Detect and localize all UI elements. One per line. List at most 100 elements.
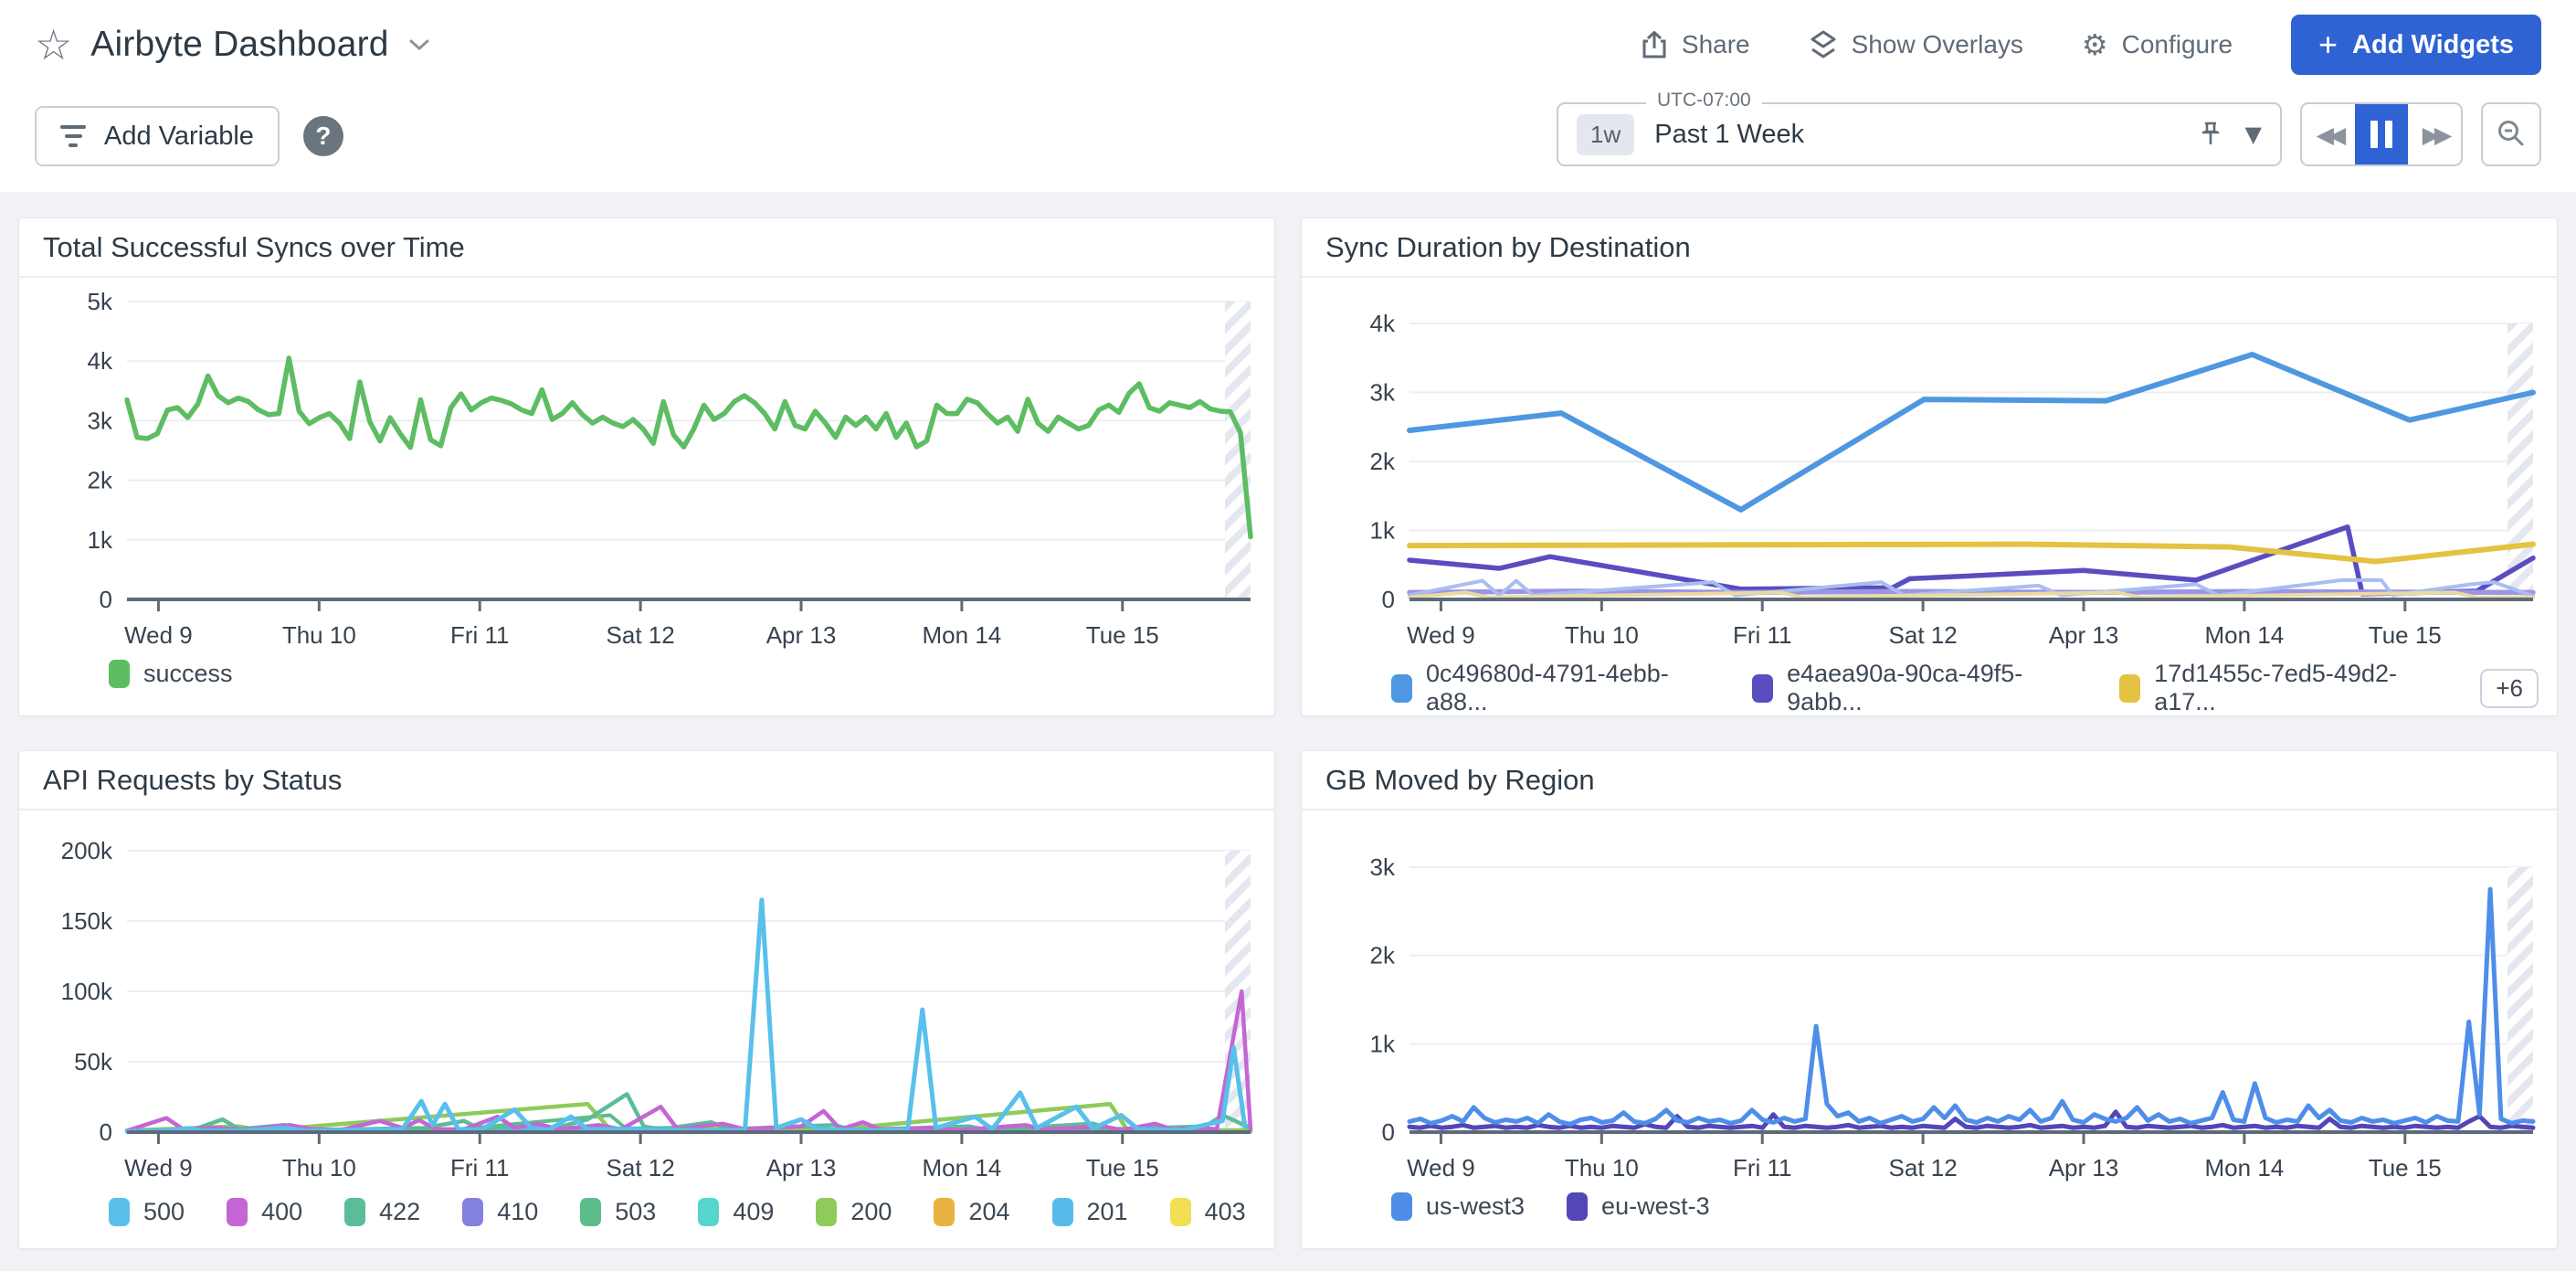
plus-icon: + [2318,28,2338,61]
y-axis-tick-label: 1k [1370,1030,1396,1057]
chart-legend: 0c49680d-4791-4ebb-a88... e4aea90a-90ca-4… [1302,651,2557,716]
pause-button[interactable] [2355,104,2408,164]
line-chart: 3k2k1k0Wed 9Thu 10Fri 11Sat 12Apr 13Mon … [1302,810,2557,1183]
y-axis-tick-label: 4k [1370,310,1396,337]
y-axis-tick-label: 2k [88,467,113,494]
x-axis-tick-label: Mon 14 [2205,1154,2285,1181]
time-shift-group: ◀◀ ▶▶ [2300,102,2463,166]
series-line [1409,355,2533,510]
x-axis-tick-label: Mon 14 [923,621,1002,649]
caret-down-icon[interactable]: ▼ [2245,122,2262,147]
legend-label: 0c49680d-4791-4ebb-a88... [1426,660,1710,716]
y-axis-tick-label: 100k [61,978,113,1005]
x-axis-tick-label: Fri 11 [1733,621,1792,649]
legend-item[interactable]: 204 [934,1198,1009,1226]
legend-swatch [109,1198,130,1226]
future-hatch-band [1225,302,1251,599]
widget-title: Total Successful Syncs over Time [19,218,1274,278]
legend-label: us-west3 [1426,1192,1525,1221]
legend-item[interactable]: success [109,660,233,688]
y-axis-tick-label: 0 [100,1118,112,1146]
x-axis-tick-label: Apr 13 [766,1154,837,1181]
widget-gb-moved[interactable]: GB Moved by Region 3k2k1k0Wed 9Thu 10Fri… [1301,750,2558,1249]
share-button[interactable]: Share [1641,30,1750,59]
x-axis-tick-label: Sat 12 [1889,621,1958,649]
legend-item[interactable]: 410 [462,1198,538,1226]
legend-overflow-badge[interactable]: +6 [2480,669,2539,708]
x-axis-tick-label: Tue 15 [2369,621,2442,649]
widget-title: API Requests by Status [19,751,1274,810]
chart-legend: 500400422410503409200204201403+4 [19,1183,1274,1232]
legend-swatch [580,1198,601,1226]
add-widgets-button[interactable]: + Add Widgets [2291,15,2541,75]
line-chart: 200k150k100k50k0Wed 9Thu 10Fri 11Sat 12A… [19,810,1274,1183]
chevron-down-icon[interactable] [407,37,431,53]
time-controls: UTC-07:00 1w Past 1 Week ▼ ◀◀ ▶▶ [1557,102,2541,166]
help-icon[interactable]: ? [303,116,343,156]
legend-item[interactable]: eu-west-3 [1567,1192,1710,1221]
legend-swatch [698,1198,719,1226]
legend-item[interactable]: 403 [1170,1198,1246,1226]
legend-item[interactable]: 503 [580,1198,656,1226]
line-chart: 4k3k2k1k0Wed 9Thu 10Fri 11Sat 12Apr 13Mo… [1302,278,2557,651]
x-axis-tick-label: Wed 9 [1407,621,1475,649]
widget-total-successful-syncs[interactable]: Total Successful Syncs over Time 5k 4k 3k 2… [18,217,1275,716]
x-axis-tick-label: Sat 12 [607,1154,675,1181]
y-axis-tick-label: 4k [88,347,113,375]
y-axis-tick-label: 3k [88,407,113,434]
legend-item[interactable]: us-west3 [1391,1192,1525,1221]
legend-swatch [109,660,130,688]
x-axis-tick-label: Tue 15 [1086,621,1159,649]
legend-item[interactable]: 400 [227,1198,302,1226]
legend-item[interactable]: 409 [698,1198,774,1226]
add-variable-button[interactable]: Add Variable [35,106,280,166]
time-range-label: Past 1 Week [1654,120,1804,150]
y-axis-tick-label: 1k [1370,517,1396,545]
y-axis-tick-label: 150k [61,907,113,935]
configure-button[interactable]: ⚙ Configure [2082,27,2233,62]
pin-icon[interactable] [2200,120,2222,149]
legend-item[interactable]: 200 [816,1198,892,1226]
legend-label: 204 [968,1198,1009,1226]
favorite-star-icon[interactable]: ☆ [35,24,72,66]
show-overlays-button[interactable]: Show Overlays [1809,29,2023,60]
future-hatch-band [2507,867,2533,1132]
y-axis-tick-label: 0 [1382,1118,1395,1146]
add-variable-label: Add Variable [104,122,254,152]
zoom-out-button[interactable] [2481,102,2541,166]
time-range-picker[interactable]: UTC-07:00 1w Past 1 Week ▼ [1557,102,2282,166]
top-bar: ☆ Airbyte Dashboard Share Show Overlays … [0,0,2576,79]
legend-item[interactable]: 201 [1052,1198,1128,1226]
y-axis-tick-label: 5k [88,288,113,315]
x-axis-tick-label: Fri 11 [1733,1154,1792,1181]
legend-swatch [934,1198,955,1226]
legend-item[interactable]: 500 [109,1198,185,1226]
legend-swatch [816,1198,837,1226]
y-axis-tick-label: 0 [100,586,112,613]
legend-label: 17d1455c-7ed5-49d2-a17... [2154,660,2438,716]
legend-item[interactable]: e4aea90a-90ca-49f5-9abb... [1752,660,2077,716]
widget-sync-duration[interactable]: Sync Duration by Destination 4k3k2k1k0We… [1301,217,2558,716]
legend-item[interactable]: 17d1455c-7ed5-49d2-a17... [2119,660,2438,716]
y-axis-tick-label: 2k [1370,448,1396,475]
y-axis-tick-label: 2k [1370,942,1396,969]
x-axis-tick-label: Sat 12 [1889,1154,1958,1181]
legend-label: 503 [615,1198,656,1226]
legend-item[interactable]: 422 [344,1198,420,1226]
toolbar-row: Add Variable ? UTC-07:00 1w Past 1 Week … [0,79,2576,192]
legend-swatch [227,1198,248,1226]
backward-button[interactable]: ◀◀ [2302,104,2355,164]
x-axis-tick-label: Thu 10 [282,621,356,649]
legend-swatch [1567,1192,1588,1221]
forward-button[interactable]: ▶▶ [2408,104,2461,164]
legend-swatch [344,1198,365,1226]
pause-icon [2370,121,2392,148]
legend-item[interactable]: 0c49680d-4791-4ebb-a88... [1391,660,1710,716]
x-axis-tick-label: Apr 13 [2049,621,2119,649]
line-chart: 5k4k3k2k1k0Wed 9Thu 10Fri 11Sat 12Apr 13… [19,278,1274,651]
dashboard-title-group: ☆ Airbyte Dashboard [35,24,431,66]
x-axis-tick-label: Mon 14 [2205,621,2285,649]
legend-label: 422 [379,1198,420,1226]
widget-api-requests[interactable]: API Requests by Status 200k150k100k50k0W… [18,750,1275,1249]
legend-label: 500 [143,1198,185,1226]
